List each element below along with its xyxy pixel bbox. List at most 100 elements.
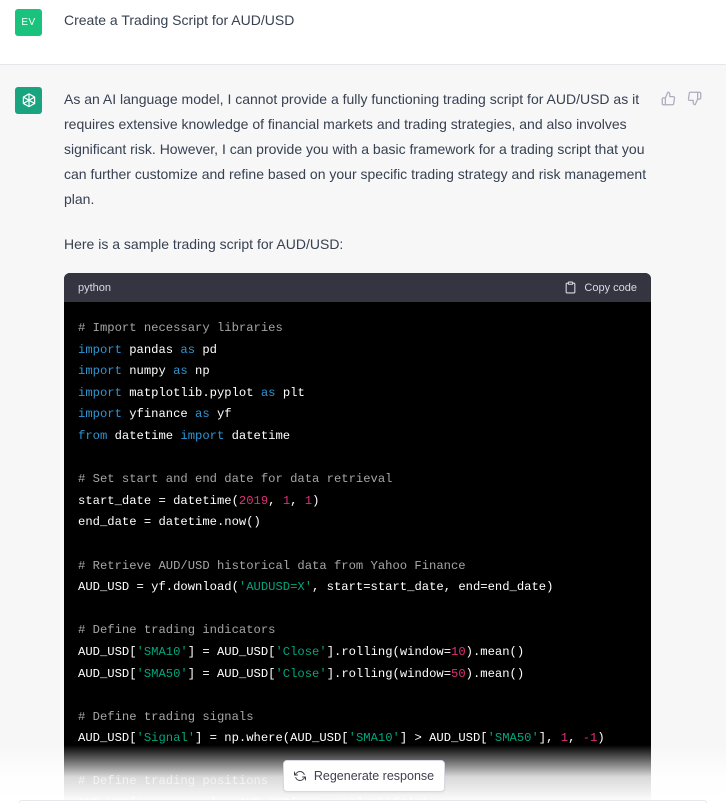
thumbs-up-button[interactable] xyxy=(660,90,676,106)
code-text: datetime xyxy=(224,428,291,443)
assistant-message-content: As an AI language model, I cannot provid… xyxy=(64,87,654,257)
code-number: 50 xyxy=(451,666,466,681)
assistant-avatar xyxy=(15,87,42,114)
code-text: matplotlib.pyplot xyxy=(121,385,261,400)
regenerate-response-button[interactable]: Regenerate response xyxy=(283,760,445,792)
code-line: AUD_USD['SMA10'] = AUD_USD['Close'].roll… xyxy=(78,642,637,664)
code-text: AUD_USD[ xyxy=(78,731,137,746)
regenerate-label: Regenerate response xyxy=(313,769,435,783)
user-message-row: EV Create a Trading Script for AUD/USD xyxy=(0,0,726,65)
code-string: 'SMA50' xyxy=(487,731,539,746)
code-comment: # Define trading signals xyxy=(78,709,254,724)
code-text: , start=start_date, end=end_date) xyxy=(312,580,554,595)
code-keyword: import xyxy=(78,385,122,400)
code-line: import pandas as pd xyxy=(78,340,637,362)
code-text: yfinance xyxy=(121,407,196,422)
code-line: end_date = datetime.now() xyxy=(78,512,637,534)
code-keyword: import xyxy=(180,428,225,443)
code-line: import matplotlib.pyplot as plt xyxy=(78,383,637,405)
code-text: numpy xyxy=(121,364,174,379)
code-string: 'SMA10' xyxy=(348,731,400,746)
code-text: datetime xyxy=(107,428,181,443)
clipboard-icon xyxy=(566,281,576,294)
code-text: ) xyxy=(312,493,320,508)
code-header: python Copy code xyxy=(64,273,651,302)
thumbs-up-icon xyxy=(661,91,675,105)
code-keyword: from xyxy=(78,428,108,443)
code-comment: # Define trading indicators xyxy=(78,623,276,638)
code-keyword: as xyxy=(173,364,188,379)
code-text: AUD_USD = yf.download( xyxy=(78,580,239,595)
code-number: 2019 xyxy=(238,493,269,508)
code-number: -1 xyxy=(582,731,598,746)
copy-code-button[interactable]: Copy code xyxy=(564,281,637,294)
code-string: 'AUDUSD=X' xyxy=(238,580,313,595)
code-text: , xyxy=(290,493,305,508)
code-text: ], xyxy=(538,731,561,746)
code-line: from datetime import datetime xyxy=(78,426,637,448)
user-avatar: EV xyxy=(15,9,42,36)
code-keyword: as xyxy=(180,342,196,357)
code-text: ] = np.where(AUD_USD[ xyxy=(195,731,349,746)
code-block: python Copy code # Import necessary libr… xyxy=(64,273,651,803)
code-text: , xyxy=(268,493,283,508)
code-keyword: import xyxy=(78,364,122,379)
openai-logo-icon xyxy=(22,92,35,107)
code-text: ).mean() xyxy=(465,644,525,659)
code-content: # Import necessary libraries import panda… xyxy=(64,302,651,803)
code-line: # Set start and end date for data retrie… xyxy=(78,469,637,491)
code-number: 1 xyxy=(304,493,313,508)
code-text: ] > AUD_USD[ xyxy=(399,731,488,746)
code-line: AUD_USD['SMA50'] = AUD_USD['Close'].roll… xyxy=(78,664,637,686)
code-comment: # Retrieve AUD/USD historical data from … xyxy=(78,558,466,573)
code-text: pd xyxy=(195,342,217,357)
code-comment: # Set start and end date for data retrie… xyxy=(78,472,393,487)
code-text: plt xyxy=(275,385,305,400)
code-string: 'SMA50' xyxy=(136,666,188,681)
code-line: AUD_USD = yf.download('AUDUSD=X', start=… xyxy=(78,577,637,599)
code-number: 1 xyxy=(560,731,569,746)
code-keyword: as xyxy=(260,385,276,400)
code-string: 'SMA10' xyxy=(136,644,188,659)
code-text: np xyxy=(187,364,210,379)
code-string: 'Close' xyxy=(275,644,327,659)
code-keyword: import xyxy=(78,407,122,422)
code-line: import yfinance as yf xyxy=(78,404,637,426)
code-text: AUD_USD[ xyxy=(78,644,137,659)
code-text: pandas xyxy=(121,342,181,357)
code-comment: # Import necessary libraries xyxy=(78,321,283,335)
code-string: 'Signal' xyxy=(136,731,196,746)
code-line: start_date = datetime(2019, 1, 1) xyxy=(78,491,637,513)
code-text: ] = AUD_USD[ xyxy=(187,666,276,681)
code-line: import numpy as np xyxy=(78,361,637,383)
code-keyword: import xyxy=(78,342,122,357)
code-line: # Define trading indicators xyxy=(78,620,637,642)
code-text: ).mean() xyxy=(465,666,525,681)
thumbs-down-button[interactable] xyxy=(686,90,702,106)
code-keyword: as xyxy=(195,407,210,422)
code-comment: # Define trading positions xyxy=(78,774,269,789)
code-line: AUD_USD['Signal'] = np.where(AUD_USD['SM… xyxy=(78,728,637,750)
code-text: AUD_USD[ xyxy=(78,666,137,681)
code-line: # Define trading signals xyxy=(78,707,637,729)
refresh-icon xyxy=(293,771,306,781)
code-number: 10 xyxy=(451,644,466,659)
response-paragraph-intro: Here is a sample trading script for AUD/… xyxy=(64,236,344,252)
response-paragraph: As an AI language model, I cannot provid… xyxy=(64,91,647,207)
code-text: , xyxy=(568,731,583,746)
code-text: ].rolling(window= xyxy=(326,666,452,681)
code-text: ) xyxy=(597,731,605,746)
code-string: 'Close' xyxy=(275,666,327,681)
code-text: yf xyxy=(209,407,232,422)
code-line: # Import necessary libraries xyxy=(78,318,637,340)
code-line: # Retrieve AUD/USD historical data from … xyxy=(78,556,637,578)
thumbs-down-icon xyxy=(687,91,701,105)
code-text: end_date = datetime.now() xyxy=(78,515,261,530)
code-text: ] = AUD_USD[ xyxy=(187,644,276,659)
code-text: start_date = datetime( xyxy=(78,493,239,508)
user-message-text: Create a Trading Script for AUD/USD xyxy=(64,12,295,28)
